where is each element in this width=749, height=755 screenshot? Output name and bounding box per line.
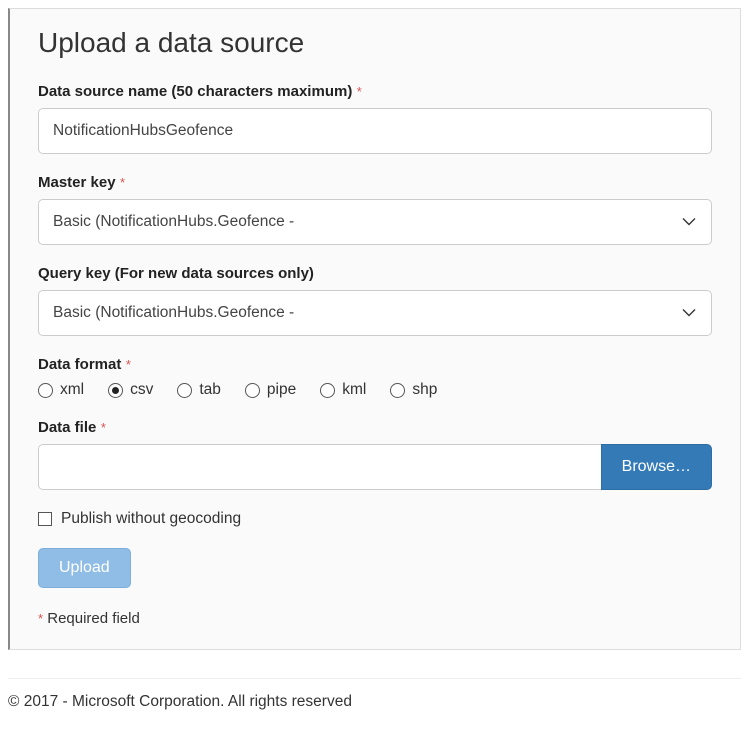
master-key-value: Basic (NotificationHubs.Geofence - <box>38 199 712 245</box>
query-key-select[interactable]: Basic (NotificationHubs.Geofence - <box>38 290 712 336</box>
radio-circle-icon <box>390 383 405 398</box>
required-mark: * <box>38 611 43 626</box>
page-title: Upload a data source <box>38 27 712 59</box>
required-mark: * <box>101 420 106 435</box>
radio-option-pipe[interactable]: pipe <box>245 381 296 399</box>
radio-option-kml[interactable]: kml <box>320 381 366 399</box>
required-field-text: Required field <box>47 610 140 627</box>
upload-panel: Upload a data source Data source name (5… <box>8 8 741 650</box>
label-data-file: Data file <box>38 419 96 436</box>
master-key-select[interactable]: Basic (NotificationHubs.Geofence - <box>38 199 712 245</box>
label-data-source-name: Data source name (50 characters maximum) <box>38 83 352 100</box>
required-mark: * <box>357 84 362 99</box>
label-data-format: Data format <box>38 356 121 373</box>
field-master-key: Master key * Basic (NotificationHubs.Geo… <box>38 174 712 245</box>
radio-label: xml <box>60 381 84 399</box>
radio-label: tab <box>199 381 221 399</box>
footer-text: © 2017 - Microsoft Corporation. All righ… <box>0 693 749 729</box>
footer-divider <box>8 678 741 679</box>
field-data-format: Data format * xml csv tab pipe kml shp <box>38 356 712 399</box>
radio-circle-icon <box>108 383 123 398</box>
publish-checkbox-label: Publish without geocoding <box>61 510 241 528</box>
checkbox-unchecked-icon <box>38 512 52 526</box>
query-key-value: Basic (NotificationHubs.Geofence - <box>38 290 712 336</box>
radio-circle-icon <box>38 383 53 398</box>
required-field-note: * Required field <box>38 610 712 627</box>
radio-dot-icon <box>112 387 119 394</box>
publish-without-geocoding-checkbox[interactable]: Publish without geocoding <box>38 510 712 528</box>
radio-label: csv <box>130 381 153 399</box>
radio-option-tab[interactable]: tab <box>177 381 221 399</box>
data-file-input[interactable] <box>38 444 601 490</box>
required-mark: * <box>120 175 125 190</box>
radio-label: shp <box>412 381 437 399</box>
field-query-key: Query key (For new data sources only) Ba… <box>38 265 712 336</box>
field-data-file: Data file * Browse… <box>38 419 712 490</box>
browse-button[interactable]: Browse… <box>601 444 712 490</box>
radio-option-csv[interactable]: csv <box>108 381 153 399</box>
label-master-key: Master key <box>38 174 116 191</box>
upload-button[interactable]: Upload <box>38 548 131 588</box>
radio-label: kml <box>342 381 366 399</box>
data-source-name-input[interactable] <box>38 108 712 154</box>
required-mark: * <box>126 357 131 372</box>
data-format-radio-group: xml csv tab pipe kml shp <box>38 381 712 399</box>
radio-circle-icon <box>177 383 192 398</box>
radio-label: pipe <box>267 381 296 399</box>
radio-circle-icon <box>320 383 335 398</box>
radio-option-xml[interactable]: xml <box>38 381 84 399</box>
label-query-key: Query key (For new data sources only) <box>38 265 314 282</box>
field-data-source-name: Data source name (50 characters maximum)… <box>38 83 712 154</box>
radio-circle-icon <box>245 383 260 398</box>
radio-option-shp[interactable]: shp <box>390 381 437 399</box>
